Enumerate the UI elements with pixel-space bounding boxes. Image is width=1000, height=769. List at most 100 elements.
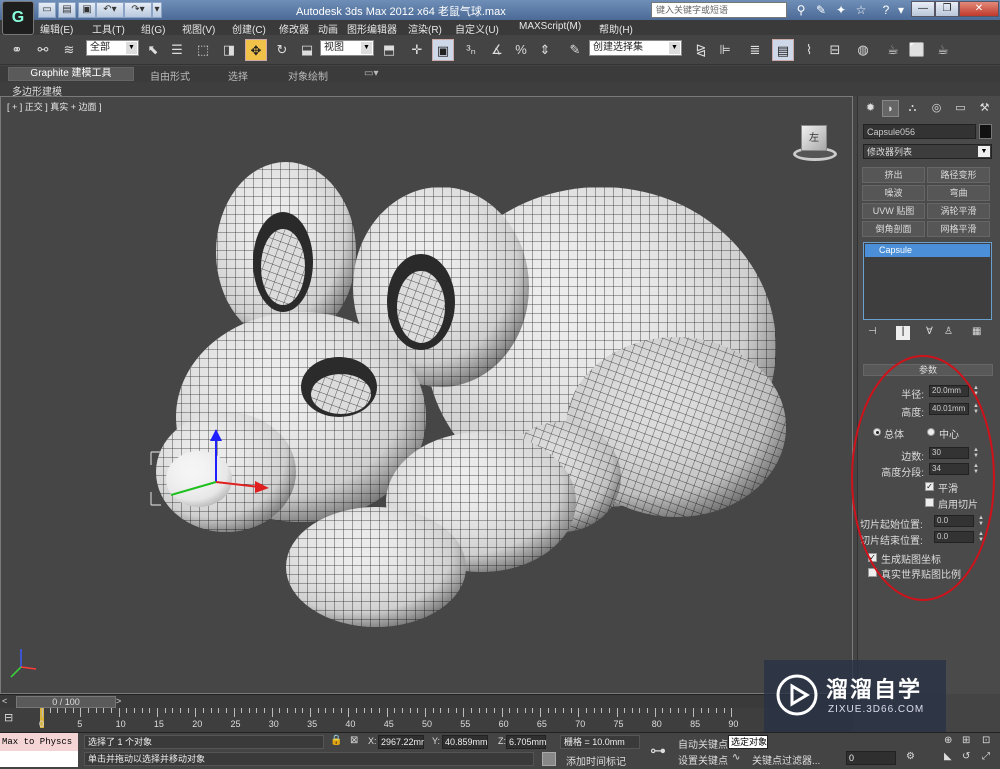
modifier-noise-button[interactable]: 噪波	[862, 185, 925, 201]
material-editor-icon[interactable]: ◍	[852, 39, 874, 61]
tab-object-paint[interactable]: 对象绘制	[288, 68, 328, 83]
modifier-stack[interactable]: Capsule	[863, 242, 992, 320]
hierarchy-tab-icon[interactable]: ⛬	[904, 100, 921, 117]
link-icon[interactable]: ⚭	[6, 39, 28, 61]
menu-modifiers[interactable]: 修改器	[279, 21, 309, 36]
minimize-button[interactable]: —	[911, 1, 935, 17]
open-file-icon[interactable]: ▤	[58, 2, 76, 18]
track-bar[interactable]: ⊟ 0 5 10 15 20 25 30 35 40 45 50 55 60 65 70 75 80 85 90	[0, 708, 853, 732]
render-production-icon[interactable]: ☕	[932, 39, 954, 61]
view-cube-face[interactable]: 左	[801, 125, 827, 151]
key-filter-icon[interactable]: ∿	[732, 752, 740, 763]
select-manipulate-icon[interactable]: ✛	[406, 39, 428, 61]
menu-animation[interactable]: 动画	[318, 21, 338, 36]
make-unique-icon[interactable]: ∀	[926, 326, 940, 340]
field-of-view-icon[interactable]: ◣	[944, 751, 952, 762]
tab-selection[interactable]: 选择	[228, 68, 248, 83]
configure-sets-icon[interactable]: ▦	[972, 326, 986, 340]
modifier-meshsmooth-button[interactable]: 网格平滑	[927, 221, 990, 237]
menu-graph-editors[interactable]: 图形编辑器	[347, 21, 397, 36]
bind-space-warp-icon[interactable]: ≋	[58, 39, 80, 61]
reference-coord-dropdown[interactable]: 视图 ▼	[320, 40, 374, 56]
maxscript-mini-listener[interactable]	[0, 751, 78, 767]
app-logo-icon[interactable]: G	[2, 1, 34, 35]
maximize-button[interactable]: ❐	[935, 1, 959, 17]
menu-rendering[interactable]: 渲染(R)	[408, 21, 442, 36]
select-and-move-icon[interactable]: ✥	[245, 39, 267, 61]
menu-help[interactable]: 帮助(H)	[599, 21, 633, 36]
menu-edit[interactable]: 编辑(E)	[40, 21, 73, 36]
create-tab-icon[interactable]: ✹	[862, 100, 879, 117]
schematic-view-icon[interactable]: ⊟	[824, 39, 846, 61]
pivot-center-icon[interactable]: ⬒	[378, 39, 400, 61]
time-slider-thumb[interactable]: 0 / 100	[16, 696, 116, 708]
exchange-icon[interactable]: ✦	[832, 2, 850, 18]
maxscript-listener[interactable]: Max to Physcs (	[0, 733, 78, 765]
mirror-icon[interactable]: ⧎	[690, 39, 712, 61]
tab-graphite[interactable]: Graphite 建模工具	[8, 67, 134, 81]
zoom-extents-icon[interactable]: ⊞	[962, 735, 970, 746]
unlink-icon[interactable]: ⚯	[32, 39, 54, 61]
ribbon-options-icon[interactable]: ▭▾	[364, 68, 378, 79]
viewport-front[interactable]: [ + ] 正交 ] 真实 + 边面 ] 左	[0, 96, 853, 694]
set-key-button[interactable]: 设置关键点	[678, 752, 728, 767]
select-and-rotate-icon[interactable]: ↻	[271, 39, 293, 61]
stack-item-capsule[interactable]: Capsule	[865, 244, 990, 257]
curve-editor-icon[interactable]: ⌇	[798, 39, 820, 61]
object-name-field[interactable]: Capsule056	[863, 124, 976, 139]
close-button[interactable]: ✕	[959, 1, 999, 17]
help-dropdown-icon[interactable]: ▾	[896, 2, 906, 18]
search-input[interactable]: 键入关键字或短语	[651, 2, 787, 18]
modifier-list-dropdown[interactable]: 修改器列表 ▼	[863, 144, 992, 159]
align-icon[interactable]: ⊫	[714, 39, 736, 61]
selection-filter-dropdown[interactable]: 全部 ▼	[86, 40, 139, 56]
absolute-mode-icon[interactable]: ⊠	[350, 735, 358, 746]
rect-selection-region-icon[interactable]: ⬚	[192, 39, 214, 61]
keyboard-shortcut-toggle-icon[interactable]: ▣	[432, 39, 454, 61]
modifier-bend-button[interactable]: 弯曲	[927, 185, 990, 201]
auto-key-button[interactable]: 自动关键点	[678, 736, 728, 751]
key-filters-button[interactable]: 关键点过滤器...	[752, 752, 820, 767]
quick-access-dropdown-icon[interactable]: ▾	[152, 2, 162, 18]
layer-manager-icon[interactable]: ≣	[744, 39, 766, 61]
help-icon[interactable]: ?	[877, 2, 895, 18]
modify-tab-icon[interactable]: ◗	[882, 100, 899, 117]
motion-tab-icon[interactable]: ◎	[928, 100, 945, 117]
rendered-frame-icon[interactable]: ⬜	[906, 39, 928, 61]
balloon-mouse-model[interactable]	[1, 97, 852, 693]
select-by-name-icon[interactable]: ☰	[166, 39, 188, 61]
select-object-icon[interactable]: ⬉	[142, 39, 164, 61]
modifier-uvw-map-button[interactable]: UVW 贴图	[862, 203, 925, 219]
spinner-snap-icon[interactable]: ⇕	[534, 39, 556, 61]
undo-icon[interactable]: ↶▾	[96, 2, 124, 18]
y-coord-input[interactable]: 40.859mm	[442, 735, 488, 749]
modifier-bevel-profile-button[interactable]: 倒角剖面	[862, 221, 925, 237]
render-setup-icon[interactable]: ☕	[882, 39, 904, 61]
new-file-icon[interactable]: ▭	[38, 2, 56, 18]
show-end-result-icon[interactable]: |	[896, 326, 910, 340]
select-and-scale-icon[interactable]: ⬓	[296, 39, 318, 61]
menu-view[interactable]: 视图(V)	[182, 21, 215, 36]
current-frame-input[interactable]: 0	[846, 751, 896, 765]
redo-icon[interactable]: ↷▾	[124, 2, 152, 18]
modifier-turbosmooth-button[interactable]: 涡轮平滑	[927, 203, 990, 219]
graphite-toggle-icon[interactable]: ▤	[772, 39, 794, 61]
selected-object-dropdown[interactable]: 选定对象	[728, 735, 768, 749]
display-tab-icon[interactable]: ▭	[952, 100, 969, 117]
menu-group[interactable]: 组(G)	[141, 21, 165, 36]
star-icon[interactable]: ☆	[852, 2, 870, 18]
menu-maxscript[interactable]: MAXScript(M)	[519, 21, 581, 32]
menu-create[interactable]: 创建(C)	[232, 21, 266, 36]
tab-freeform[interactable]: 自由形式	[150, 68, 190, 83]
object-color-swatch[interactable]	[979, 124, 992, 139]
named-selection-set-dropdown[interactable]: 创建选择集 ▼	[589, 40, 682, 56]
menu-customize[interactable]: 自定义(U)	[455, 21, 499, 36]
modifier-extrude-button[interactable]: 挤出	[862, 167, 925, 183]
time-config-icon[interactable]: ⚙	[906, 751, 915, 762]
maximize-viewport-icon[interactable]: ⤢	[982, 751, 990, 762]
next-frame-icon[interactable]: >	[116, 696, 121, 706]
time-slider[interactable]: < 0 / 100 >	[0, 694, 853, 708]
pin-stack-icon[interactable]: ⊣	[868, 326, 882, 340]
orbit-icon[interactable]: ↺	[962, 751, 970, 762]
x-coord-input[interactable]: 2967.22mr	[378, 735, 424, 749]
